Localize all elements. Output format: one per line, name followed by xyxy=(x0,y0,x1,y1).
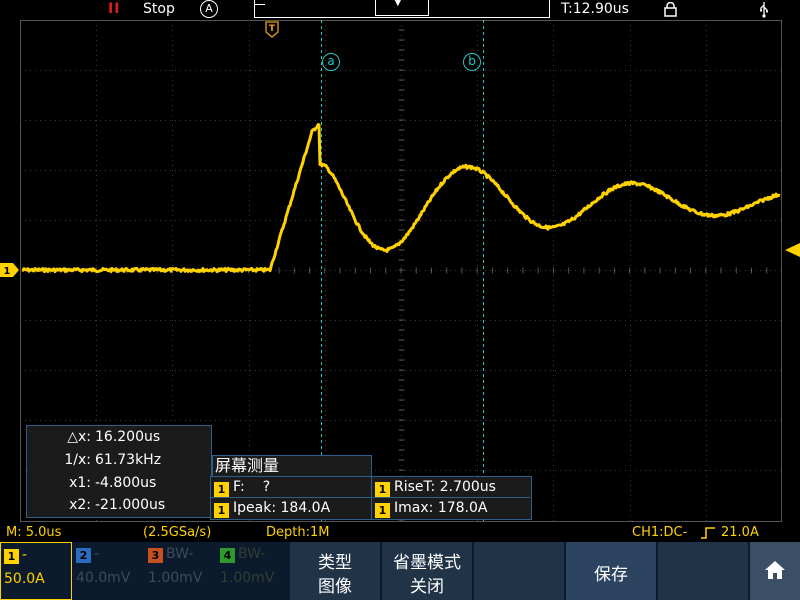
trigger-marker-text: T xyxy=(269,24,276,34)
run-state-label[interactable]: Stop xyxy=(143,1,175,17)
ink-saver-value: 关闭 xyxy=(410,577,444,597)
lock-icon[interactable] xyxy=(664,2,677,17)
channel-number-badge: 2 xyxy=(76,548,91,563)
type-menu-value: 图像 xyxy=(318,577,352,597)
inverse-x-value: 61.73kHz xyxy=(95,452,162,468)
channel-scale: 1.00mV xyxy=(148,570,203,586)
save-label: 保存 xyxy=(594,565,628,585)
channel-number-badge: 1 xyxy=(4,549,19,564)
x2-label: x2: xyxy=(69,497,91,513)
ink-saver-label: 省墨模式 xyxy=(393,553,461,573)
home-button[interactable] xyxy=(750,542,800,600)
cursor-x2-row: x2: -21.000us xyxy=(27,497,213,517)
trigger-position-marker[interactable]: T xyxy=(265,21,279,38)
channel-number-badge: 4 xyxy=(220,548,235,563)
measurement-value: 178.0A xyxy=(437,500,488,516)
memory-position-bar[interactable]: ▼ xyxy=(254,0,550,18)
home-icon xyxy=(765,561,785,579)
memory-window-arrow-icon: ▼ xyxy=(394,0,402,8)
type-menu-button[interactable]: 类型 图像 xyxy=(290,542,380,600)
memory-bar-tick xyxy=(255,4,265,5)
memory-depth-readout[interactable]: Depth:1M xyxy=(266,525,329,540)
ch1-offset-marker[interactable]: 1 xyxy=(0,262,20,278)
trigger-level-marker[interactable] xyxy=(784,242,800,258)
cursor-delta-x-row: △x: 16.200us xyxy=(27,429,213,449)
pause-icon[interactable]: II xyxy=(108,1,120,17)
delta-x-value: 16.200us xyxy=(95,429,161,445)
measurement-label: Imax: xyxy=(394,500,434,516)
save-button[interactable]: 保存 xyxy=(566,542,656,600)
channel-2-settings[interactable]: 2 - 40.0mV xyxy=(73,542,145,600)
measurement-panel-title: 屏幕测量 xyxy=(212,455,372,476)
horizontal-offset-readout[interactable]: T:12.90us xyxy=(561,1,629,17)
bottom-control-bar: 1 - 50.0A 2 - 40.0mV 3 BW- 1.00mV 4 BW- … xyxy=(0,542,800,600)
measurement-label: Ipeak: xyxy=(233,500,277,516)
top-status-bar: II Stop A ▼ T:12.90us xyxy=(0,0,800,20)
cursor-readout-panel[interactable]: △x: 16.200us 1/x: 61.73kHz x1: -4.800us … xyxy=(26,425,212,518)
channel-coupling: - xyxy=(94,546,100,562)
measurement-channel-badge: 1 xyxy=(375,482,390,497)
trigger-info-readout[interactable]: CH1:DC- xyxy=(632,525,687,540)
menu-blank-2[interactable] xyxy=(658,542,748,600)
measurement-ipeak[interactable]: 1 Ipeak: 184.0A xyxy=(211,498,372,519)
x2-value: -21.000us xyxy=(95,497,166,513)
trigger-level-readout: 21.0A xyxy=(721,525,759,540)
cursor-inverse-row: 1/x: 61.73kHz xyxy=(27,452,213,472)
usb-icon xyxy=(760,2,769,18)
cursor-x1-row: x1: -4.800us xyxy=(27,475,213,495)
timebase-readout[interactable]: M: 5.0us xyxy=(6,525,61,540)
ink-saver-button[interactable]: 省墨模式 关闭 xyxy=(382,542,472,600)
cursor-a-label[interactable]: a xyxy=(322,53,340,71)
channel-scale: 1.00mV xyxy=(220,570,275,586)
inverse-x-label: 1/x: xyxy=(64,452,91,468)
channel-number-badge: 3 xyxy=(148,548,163,563)
channel-coupling: - xyxy=(22,547,28,563)
channel-scale: 50.0A xyxy=(4,571,45,587)
x1-value: -4.800us xyxy=(95,475,157,491)
measurement-value: 2.700us xyxy=(439,479,496,495)
channel-4-settings[interactable]: 4 BW- 1.00mV xyxy=(217,542,289,600)
acquisition-status-line: M: 5.0us (2.5GSa/s) Depth:1M CH1:DC- 21.… xyxy=(0,524,800,542)
ch1-marker-text: 1 xyxy=(4,266,11,277)
measurement-channel-badge: 1 xyxy=(214,482,229,497)
measurement-label: RiseT: xyxy=(394,479,436,495)
type-menu-label: 类型 xyxy=(318,553,352,573)
memory-view-window[interactable]: ▼ xyxy=(375,0,429,16)
channel-scale: 40.0mV xyxy=(76,570,131,586)
delta-x-label: △x: xyxy=(67,429,91,445)
measurement-value: 184.0A xyxy=(280,500,331,516)
measurement-imax[interactable]: 1 Imax: 178.0A xyxy=(372,498,530,519)
x1-label: x1: xyxy=(69,475,91,491)
channel-3-settings[interactable]: 3 BW- 1.00mV xyxy=(145,542,217,600)
channel-1-settings[interactable]: 1 - 50.0A xyxy=(0,542,72,600)
measurement-panel[interactable]: 1 F:? 1 RiseT: 2.700us 1 Ipeak: 184.0A 1 Ima… xyxy=(210,476,532,520)
measurement-label: F: xyxy=(233,479,245,495)
measurement-channel-badge: 1 xyxy=(375,503,390,518)
sample-rate-readout: (2.5GSa/s) xyxy=(143,525,212,540)
measurement-rise-time[interactable]: 1 RiseT: 2.700us xyxy=(372,477,530,498)
menu-blank-1[interactable] xyxy=(474,542,564,600)
measurement-frequency[interactable]: 1 F:? xyxy=(211,477,372,498)
measurement-value: ? xyxy=(262,479,271,495)
auto-trigger-icon[interactable]: A xyxy=(200,0,218,18)
channel-coupling: BW- xyxy=(238,546,266,562)
rising-edge-icon xyxy=(701,527,715,539)
measurement-channel-badge: 1 xyxy=(214,503,229,518)
cursor-b-label[interactable]: b xyxy=(463,53,481,71)
channel-coupling: BW- xyxy=(166,546,194,562)
